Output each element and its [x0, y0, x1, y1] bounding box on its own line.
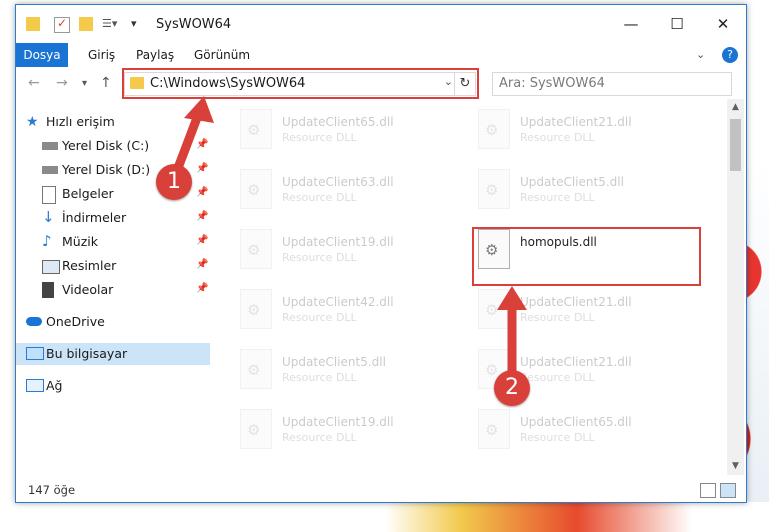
expand-ribbon-icon[interactable]: ⌄ [696, 43, 705, 67]
sidebar-item-onedrive[interactable]: OneDrive [16, 311, 210, 333]
sidebar-item-network[interactable]: Ağ [16, 375, 210, 397]
gear-icon: ⚙ [247, 361, 261, 379]
close-button[interactable]: ✕ [700, 5, 746, 43]
step-2-badge: 2 [494, 370, 530, 406]
title-bar: ✓ ☰▾ ▾ SysWOW64 — ☐ ✕ [16, 5, 746, 43]
file-item[interactable]: ⚙ UpdateClient21.dll Resource DLL [458, 283, 678, 333]
gear-icon: ⚙ [247, 301, 261, 319]
sidebar-item-music[interactable]: ♪ Müzik 📌 [16, 231, 210, 253]
scroll-thumb[interactable] [730, 119, 741, 171]
up-icon[interactable]: ↑ [100, 75, 112, 91]
help-icon[interactable]: ? [722, 47, 738, 63]
back-icon[interactable]: ← [28, 75, 40, 91]
network-icon [26, 379, 44, 392]
item-count: 147 öğe [28, 483, 76, 497]
file-highlight-box [472, 227, 701, 286]
gear-icon: ⚙ [247, 121, 261, 139]
ribbon: Dosya Giriş Paylaş Görünüm ⌄ ? [16, 43, 746, 67]
gear-icon: ⚙ [247, 421, 261, 439]
star-icon: ★ [26, 114, 39, 130]
gear-icon: ⚙ [485, 421, 499, 439]
tab-home[interactable]: Giriş [88, 43, 115, 67]
file-list: ⚙ UpdateClient65.dll Resource DLL ⚙ Upda… [220, 99, 728, 475]
file-item[interactable]: ⚙ UpdateClient21.dll Resource DLL [458, 103, 678, 153]
pictures-icon [42, 260, 60, 274]
customize-qa-icon[interactable]: ☰▾ [102, 17, 117, 31]
cloud-icon [26, 317, 42, 326]
file-item[interactable]: ⚙ UpdateClient63.dll Resource DLL [220, 163, 440, 213]
desktop-background-bottom [0, 502, 769, 532]
forward-icon[interactable]: → [56, 75, 68, 91]
pin-icon[interactable]: 📌 [196, 283, 208, 294]
pin-icon[interactable]: 📌 [196, 259, 208, 270]
step-1-badge: 1 [156, 164, 192, 200]
details-view-icon[interactable] [700, 483, 716, 498]
new-folder-icon[interactable] [79, 17, 93, 31]
search-placeholder: Ara: SysWOW64 [499, 76, 605, 91]
chevron-down-icon[interactable]: ▾ [131, 17, 145, 31]
videos-icon [42, 282, 54, 298]
tab-view[interactable]: Görünüm [194, 43, 250, 67]
sidebar-item-quick-access[interactable]: ★ Hızlı erişim [16, 111, 210, 133]
window-title: SysWOW64 [156, 17, 232, 32]
download-icon: ↓ [42, 208, 55, 226]
address-highlight-box [122, 68, 479, 99]
file-item[interactable]: ⚙ UpdateClient65.dll Resource DLL [458, 403, 678, 453]
file-item[interactable]: ⚙ UpdateClient65.dll Resource DLL [220, 103, 440, 153]
sidebar-item-pictures[interactable]: Resimler 📌 [16, 255, 210, 277]
scroll-up-icon[interactable]: ▲ [727, 99, 744, 116]
tab-file[interactable]: Dosya [16, 43, 68, 67]
scroll-down-icon[interactable]: ▼ [727, 458, 744, 475]
file-item[interactable]: ⚙ UpdateClient42.dll Resource DLL [220, 283, 440, 333]
gear-icon: ⚙ [485, 301, 499, 319]
gear-icon: ⚙ [485, 121, 499, 139]
properties-icon[interactable]: ✓ [54, 16, 70, 33]
gear-icon: ⚙ [485, 361, 499, 379]
pin-icon[interactable]: 📌 [196, 211, 208, 222]
navigation-pane: ★ Hızlı erişim Yerel Disk (C:) 📌 Yerel D… [16, 105, 210, 475]
pin-icon[interactable]: 📌 [196, 139, 208, 150]
maximize-button[interactable]: ☐ [654, 5, 700, 43]
documents-icon [42, 186, 56, 204]
drive-icon [42, 142, 58, 150]
pin-icon[interactable]: 📌 [196, 235, 208, 246]
computer-icon [26, 347, 44, 360]
minimize-button[interactable]: — [608, 5, 654, 43]
file-item[interactable]: ⚙ UpdateClient21.dll Resource DLL [458, 343, 678, 393]
status-bar: 147 öğe [16, 479, 746, 501]
gear-icon: ⚙ [247, 241, 261, 259]
file-item[interactable]: ⚙ UpdateClient19.dll Resource DLL [220, 403, 440, 453]
file-item[interactable]: ⚙ UpdateClient5.dll Resource DLL [458, 163, 678, 213]
sidebar-item-this-pc[interactable]: Bu bilgisayar [16, 343, 210, 365]
pin-icon[interactable]: 📌 [196, 163, 208, 174]
recent-locations-icon[interactable]: ▾ [82, 78, 87, 89]
drive-icon [42, 166, 58, 174]
gear-icon: ⚙ [485, 181, 499, 199]
pin-icon[interactable]: 📌 [196, 187, 208, 198]
search-input[interactable]: Ara: SysWOW64 [492, 72, 732, 96]
file-item[interactable]: ⚙ UpdateClient19.dll Resource DLL [220, 223, 440, 273]
music-icon: ♪ [42, 232, 52, 250]
gear-icon: ⚙ [247, 181, 261, 199]
file-item[interactable]: ⚙ UpdateClient5.dll Resource DLL [220, 343, 440, 393]
vertical-scrollbar[interactable]: ▲ ▼ [727, 99, 744, 475]
sidebar-item-downloads[interactable]: ↓ İndirmeler 📌 [16, 207, 210, 229]
sidebar-item-videos[interactable]: Videolar 📌 [16, 279, 210, 301]
sidebar-item-local-disk-c[interactable]: Yerel Disk (C:) 📌 [16, 135, 210, 157]
large-icons-view-icon[interactable] [720, 483, 736, 498]
folder-icon [26, 17, 40, 31]
tab-share[interactable]: Paylaş [136, 43, 174, 67]
